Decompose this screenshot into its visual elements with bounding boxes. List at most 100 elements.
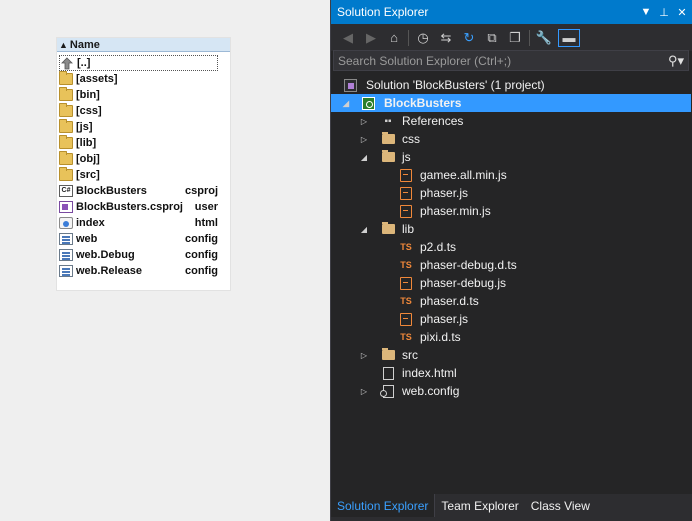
file-row[interactable]: [obj] [59, 151, 218, 167]
file-name: [js] [76, 121, 93, 133]
solution-explorer-toolbar: ◀ ▶ ⌂ ◷ ⇆ ↻ ⧉ ❐ 🔧 ▬ [331, 24, 692, 51]
tree-node[interactable]: ◢ BlockBusters [331, 94, 691, 112]
config-icon [59, 233, 73, 245]
tree-node[interactable]: ▷ src [331, 346, 691, 364]
file-row[interactable]: C# BlockBusters csproj [59, 183, 218, 199]
tree-node[interactable]: ◢ lib [331, 220, 691, 238]
expand-arrow-icon[interactable]: ▷ [359, 117, 369, 126]
file-row[interactable]: [src] [59, 167, 218, 183]
tree-node-label: css [402, 132, 420, 146]
name-column-header[interactable]: ▲ Name [57, 38, 230, 52]
folder-icon [59, 119, 73, 133]
tree-node-label: Solution 'BlockBusters' (1 project) [366, 78, 545, 92]
folder-icon [59, 135, 73, 149]
folder-icon [381, 132, 395, 146]
tree-node[interactable]: phaser.js [331, 184, 691, 202]
show-all-files-icon[interactable]: ❐ [506, 29, 524, 47]
solution-explorer-window: Solution Explorer ▼ ⊥ ✕ ◀ ▶ ⌂ ◷ ⇆ ↻ ⧉ ❐ … [330, 0, 692, 521]
html-file-icon [381, 366, 395, 380]
ts-file-icon: TS [400, 296, 412, 306]
window-title: Solution Explorer [337, 5, 429, 19]
ts-file-icon: TS [400, 332, 412, 342]
tree-node[interactable]: TS p2.d.ts [331, 238, 691, 256]
tree-node[interactable]: ▷ web.config [331, 382, 691, 400]
file-row[interactable]: BlockBusters.csproj user [59, 199, 218, 215]
expand-arrow-icon[interactable]: ▷ [359, 351, 369, 360]
home-icon[interactable]: ⌂ [385, 29, 403, 47]
tree-node[interactable]: gamee.all.min.js [331, 166, 691, 184]
js-file-icon [399, 204, 413, 218]
file-row[interactable]: web.Debug config [59, 247, 218, 263]
folder-icon [381, 348, 395, 362]
file-name: [bin] [76, 89, 100, 101]
collapse-all-icon[interactable]: ⧉ [483, 29, 501, 47]
file-row[interactable]: web.Release config [59, 263, 218, 279]
sync-with-document-icon[interactable]: ⇆ [437, 29, 455, 47]
tree-node[interactable]: phaser.js [331, 310, 691, 328]
tree-node-label: src [402, 348, 418, 362]
forward-icon[interactable]: ▶ [362, 29, 380, 47]
tree-node[interactable]: phaser.min.js [331, 202, 691, 220]
tree-node[interactable]: Solution 'BlockBusters' (1 project) [331, 76, 691, 94]
file-row[interactable]: web config [59, 231, 218, 247]
collapse-arrow-icon[interactable]: ◢ [341, 99, 351, 108]
file-row[interactable]: [lib] [59, 135, 218, 151]
tree-node[interactable]: index.html [331, 364, 691, 382]
csproj-icon: C# [59, 185, 73, 197]
tree-node[interactable]: ▷ css [331, 130, 691, 148]
file-extension: config [185, 265, 218, 277]
folder-icon [59, 87, 73, 101]
file-row[interactable]: [css] [59, 103, 218, 119]
file-row[interactable]: [assets] [59, 71, 218, 87]
tree-node-label: lib [402, 222, 415, 236]
project-icon [361, 96, 375, 110]
tree-node-label: phaser.d.ts [420, 294, 479, 308]
tree-node-label: web.config [402, 384, 460, 398]
file-row[interactable]: [..] [59, 55, 218, 71]
close-icon[interactable]: ✕ [674, 6, 690, 19]
window-menu-dropdown-icon[interactable]: ▼ [638, 6, 654, 18]
tree-node[interactable]: ▷ ▪▪ References [331, 112, 691, 130]
tree-node-label: index.html [402, 366, 457, 380]
file-row[interactable]: [js] [59, 119, 218, 135]
folder-icon [59, 167, 73, 181]
expand-arrow-icon[interactable]: ▷ [359, 387, 369, 396]
ts-file-icon: TS [400, 260, 412, 270]
js-file-icon [399, 276, 413, 290]
pending-changes-filter-icon[interactable]: ◷ [414, 29, 432, 47]
refresh-icon[interactable]: ↻ [460, 29, 478, 47]
file-name: web [76, 233, 98, 245]
file-name: index [76, 217, 105, 229]
tab-solution-explorer[interactable]: Solution Explorer [331, 494, 436, 517]
search-icon[interactable]: ⚲▾ [664, 53, 688, 69]
collapse-arrow-icon[interactable]: ◢ [359, 225, 369, 234]
tree-node-label: phaser.min.js [420, 204, 491, 218]
file-name: [assets] [76, 73, 118, 85]
tree-node-label: phaser-debug.d.ts [420, 258, 517, 272]
file-row[interactable]: index html [59, 215, 218, 231]
tree-node[interactable]: TS phaser-debug.d.ts [331, 256, 691, 274]
folder-icon [59, 103, 73, 117]
file-name: [lib] [76, 137, 97, 149]
back-icon[interactable]: ◀ [339, 29, 357, 47]
properties-wrench-icon[interactable]: 🔧 [535, 29, 553, 47]
folder-icon [381, 150, 395, 164]
search-input[interactable] [338, 53, 664, 68]
expand-arrow-icon[interactable]: ▷ [359, 135, 369, 144]
file-name: [src] [76, 169, 100, 181]
collapse-arrow-icon[interactable]: ◢ [359, 153, 369, 162]
tree-node[interactable]: TS pixi.d.ts [331, 328, 691, 346]
file-row[interactable]: [bin] [59, 87, 218, 103]
toolbar-divider [529, 29, 530, 46]
tree-node[interactable]: TS phaser.d.ts [331, 292, 691, 310]
tree-node[interactable]: ◢ js [331, 148, 691, 166]
pin-icon[interactable]: ⊥ [656, 6, 672, 19]
preview-selected-items-icon[interactable]: ▬ [558, 28, 580, 47]
tree-node[interactable]: phaser-debug.js [331, 274, 691, 292]
tab-class-view[interactable]: Class View [525, 494, 596, 517]
tree-node-label: phaser-debug.js [420, 276, 507, 290]
bottom-tab-strip: Solution Explorer Team Explorer Class View [331, 494, 692, 521]
toolbar-divider [408, 29, 409, 46]
tree-node-label: phaser.js [420, 186, 469, 200]
tab-team-explorer[interactable]: Team Explorer [435, 494, 524, 517]
